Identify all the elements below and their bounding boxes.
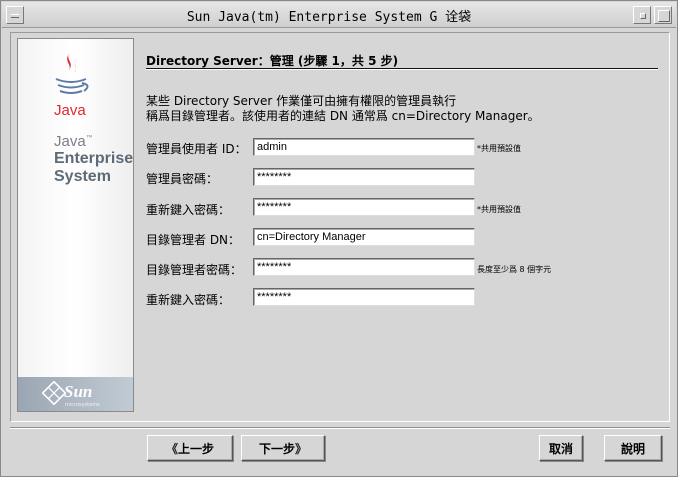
directory-manager-dn-input[interactable] xyxy=(253,228,475,246)
title-divider xyxy=(146,68,658,70)
cancel-button[interactable]: 取消 xyxy=(539,435,583,461)
admin-user-id-label: 管理員使用者 ID： xyxy=(146,142,247,156)
description-line-2: 稱爲目錄管理者。該使用者的連結 DN 通常爲 cn=Directory Mana… xyxy=(146,109,540,123)
sun-strip: Sun microsystems xyxy=(18,377,133,411)
admin-password-confirm-input[interactable] xyxy=(253,198,475,216)
maximize-icon[interactable] xyxy=(654,6,672,24)
directory-manager-password-note: 長度至少爲 8 個字元 xyxy=(477,265,552,274)
admin-password-input[interactable] xyxy=(253,168,475,186)
page-description: 某些 Directory Server 作業僅可由擁有權限的管理員執行 稱爲目錄… xyxy=(146,94,540,124)
next-arrow-icon: 》 xyxy=(295,441,308,456)
wordmark-enterprise: Enterprise xyxy=(54,150,134,167)
installer-window: Sun Java(tm) Enterprise System G 诠袋 Java… xyxy=(0,0,678,477)
wordmark-tm: ™ xyxy=(85,134,94,143)
back-arrow-icon: 《 xyxy=(165,441,178,456)
directory-manager-password-confirm-input[interactable] xyxy=(253,288,475,306)
back-button[interactable]: 《 上一步 xyxy=(147,435,233,461)
admin-user-id-input[interactable] xyxy=(253,138,475,156)
admin-password-confirm-label: 重新鍵入密碼： xyxy=(146,203,231,217)
minimize-icon[interactable] xyxy=(633,6,651,24)
java-coffee-cup-icon: Java xyxy=(54,53,89,119)
admin-user-id-note: *共用預設值 xyxy=(477,144,521,153)
description-line-1: 某些 Directory Server 作業僅可由擁有權限的管理員執行 xyxy=(146,94,457,108)
sun-logo-text: Sun xyxy=(64,382,93,401)
wordmark-system: System xyxy=(54,168,111,185)
java-logo-text: Java xyxy=(54,102,86,119)
window-menu-icon[interactable] xyxy=(6,6,24,24)
directory-manager-password-input[interactable] xyxy=(253,258,475,276)
admin-password-label: 管理員密碼： xyxy=(146,172,219,186)
footer-divider xyxy=(10,427,670,429)
title-bar[interactable]: Sun Java(tm) Enterprise System G 诠袋 xyxy=(2,2,676,28)
directory-manager-password-label: 目錄管理者密碼： xyxy=(146,263,243,277)
java-enterprise-system-wordmark: Java™ Enterprise System xyxy=(54,134,133,185)
help-button[interactable]: 說明 xyxy=(604,435,662,461)
directory-manager-password-confirm-label: 重新鍵入密碼： xyxy=(146,293,231,307)
back-button-label: 上一步 xyxy=(178,441,215,456)
next-button[interactable]: 下一步 》 xyxy=(241,435,325,461)
java-enterprise-banner: Java Java™ Enterprise System Sun microsy… xyxy=(17,38,134,412)
sun-logo-subtext: microsystems xyxy=(65,402,100,408)
next-button-label: 下一步 xyxy=(258,441,295,456)
page-title: Directory Server：管理 (步驟 1，共 5 步) xyxy=(146,54,399,68)
directory-manager-dn-label: 目錄管理者 DN： xyxy=(146,233,241,247)
window-title: Sun Java(tm) Enterprise System G 诠袋 xyxy=(186,10,472,25)
wordmark-java: Java xyxy=(54,133,86,150)
admin-password-confirm-note: *共用預設值 xyxy=(477,205,521,214)
